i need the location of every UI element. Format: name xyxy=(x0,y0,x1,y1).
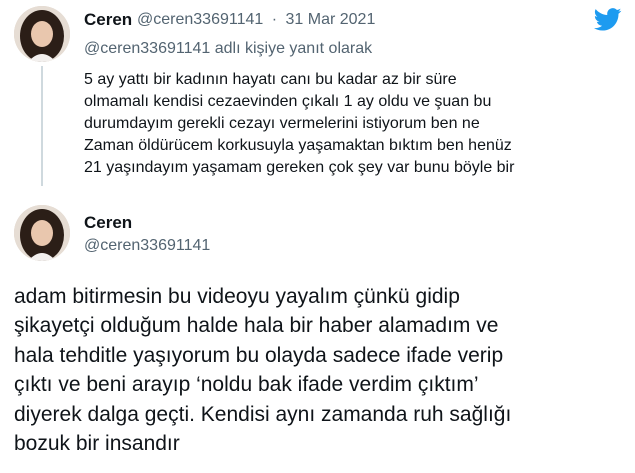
tweet-text-line: hala tehditle yaşıyorum bu olayda sadece… xyxy=(14,343,504,367)
tweet-text-line: bozuk bir insandır xyxy=(14,432,180,456)
author-handle-text: @ceren33691141 xyxy=(137,11,264,28)
separator-dot: · xyxy=(271,11,278,28)
tweet-text-line: 21 yaşındayım yaşamam gereken çok şey va… xyxy=(84,159,515,176)
tweet-text-line: çıktı ve beni arayıp ‘noldu bak ifade ve… xyxy=(14,373,479,397)
tweet-text-line: adam bitirmesin bu videoyu yayalım çünkü… xyxy=(14,285,460,308)
avatar-photo xyxy=(14,205,70,261)
tweet-text-line: olmamalı kendisi cezaevinden çıkalı 1 ay… xyxy=(84,93,492,110)
author-name[interactable]: Ceren xyxy=(84,213,132,233)
reply-context[interactable]: @ceren33691141 adlı kişiye yanıt olarak xyxy=(84,40,372,58)
thread-line xyxy=(41,66,43,186)
tweet-text: 5 ay yattı bir kadının hayatı canı bu ka… xyxy=(84,69,514,179)
tweet-text-line: 5 ay yattı bir kadının hayatı canı bu ka… xyxy=(84,71,457,88)
tweet-text-line: Zaman öldürücem korkusuyla yaşamaktan bı… xyxy=(84,137,512,154)
tweet-text: adam bitirmesin bu videoyu yayalım çünkü… xyxy=(14,282,511,458)
author-name[interactable]: Ceren xyxy=(84,10,132,30)
tweet-text-line: şikayetçi olduğum halde hala bir haber a… xyxy=(14,314,499,338)
tweet-text-line: durumdayım gerekli cezayı vermelerini is… xyxy=(84,115,480,132)
avatar[interactable] xyxy=(14,205,70,261)
tweet-text-line: diyerek dalga geçti. Kendisi aynı zamand… xyxy=(14,402,512,426)
avatar[interactable] xyxy=(14,6,70,62)
author-handle[interactable]: @ceren33691141 · 31 Mar 2021 xyxy=(137,11,375,29)
avatar-photo xyxy=(14,6,70,62)
author-handle[interactable]: @ceren33691141 xyxy=(84,237,210,255)
twitter-bird-icon xyxy=(594,8,622,31)
tweet-date[interactable]: 31 Mar 2021 xyxy=(286,11,376,28)
